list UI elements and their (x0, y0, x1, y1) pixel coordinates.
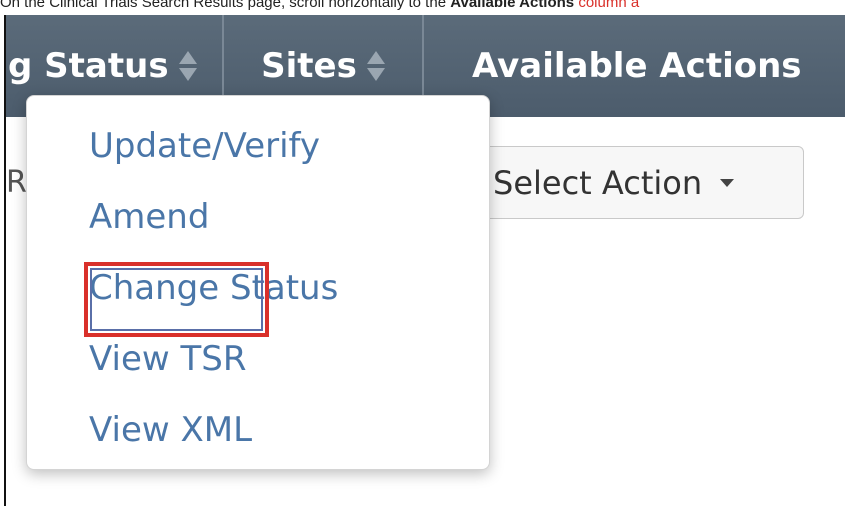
search-results-table: g Status Sites Available Actions R Selec… (4, 15, 845, 506)
menu-item-update-verify[interactable]: Update/Verify (89, 126, 320, 166)
instruction-emphasis: Available Actions (450, 0, 575, 11)
instruction-prefix: On the Clinical Trials Search Results pa… (0, 0, 451, 11)
select-action-label: Select Action (493, 163, 703, 202)
column-header-actions-label: Available Actions (472, 46, 802, 86)
caret-down-icon (720, 178, 735, 187)
highlight-box (84, 262, 269, 337)
sort-icon[interactable] (366, 49, 385, 83)
select-action-dropdown[interactable]: Select Action (444, 146, 804, 219)
menu-item-amend[interactable]: Amend (89, 197, 209, 237)
table-cell-fragment: R (6, 165, 27, 200)
column-header-status-label: g Status (8, 46, 169, 86)
menu-item-view-tsr[interactable]: View TSR (89, 339, 246, 379)
sort-icon[interactable] (178, 49, 197, 83)
instruction-suffix: column a (574, 0, 640, 11)
column-header-sites-label: Sites (261, 46, 357, 86)
action-dropdown-menu: Update/Verify Amend Change Status View T… (26, 95, 490, 470)
menu-item-view-xml[interactable]: View XML (89, 410, 252, 450)
instruction-text: On the Clinical Trials Search Results pa… (0, 0, 845, 13)
